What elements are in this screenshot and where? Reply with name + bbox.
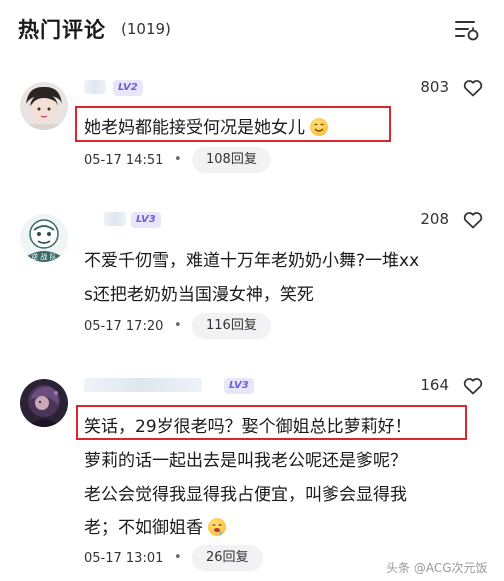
comment-count: (1019) xyxy=(121,20,171,38)
level-badge: LV3 xyxy=(224,378,254,394)
heart-icon[interactable] xyxy=(463,211,483,229)
source-watermark: 头条 @ACG次元饭 xyxy=(386,561,488,575)
comment-date: 05-17 13:01 xyxy=(84,551,164,566)
like-count: 164 xyxy=(420,376,449,394)
avatar[interactable] xyxy=(20,82,68,130)
reply-button[interactable]: 108回复 xyxy=(192,147,271,173)
comment-text-line: 萝莉的话一起出去是叫我老公呢还是爹呢？ xyxy=(84,451,407,471)
meta-separator: • xyxy=(174,318,182,333)
highlight-box xyxy=(76,405,467,440)
avatar[interactable] xyxy=(20,379,68,427)
like-count: 208 xyxy=(420,210,449,228)
sort-filter-icon[interactable] xyxy=(452,17,480,43)
level-badge: LV2 xyxy=(113,80,143,96)
reply-button[interactable]: 26回复 xyxy=(192,545,263,571)
avatar[interactable]: 逆 战 队 xyxy=(20,214,68,262)
comment-text-line: s还把老奶奶当国漫女神，笑死 xyxy=(84,285,314,305)
like-count: 803 xyxy=(420,78,449,96)
comment-date: 05-17 14:51 xyxy=(84,153,164,168)
comments-header: 热门评论 (1019) xyxy=(0,0,504,62)
username-blurred[interactable] xyxy=(104,212,126,226)
meta-separator: • xyxy=(174,152,182,167)
reply-button[interactable]: 116回复 xyxy=(192,313,271,339)
meta-separator: • xyxy=(174,550,182,565)
username-blurred[interactable] xyxy=(84,80,106,94)
level-badge: LV3 xyxy=(131,212,161,228)
heart-icon[interactable] xyxy=(463,377,483,395)
highlight-box xyxy=(75,106,391,142)
comment-text-line: 老；不如御姐香 xyxy=(84,518,203,538)
section-title: 热门评论 xyxy=(18,18,106,42)
comment-text-line: 老公会觉得我显得我占便宜，叫爹会显得我 xyxy=(84,485,407,505)
username-blurred[interactable] xyxy=(84,378,202,392)
comment-text-line: 不爱千仞雪，难道十万年老奶奶小舞?一堆xx xyxy=(84,251,420,271)
comment-text: 老；不如御姐香 xyxy=(84,513,227,538)
svg-text:逆 战 队: 逆 战 队 xyxy=(31,252,56,261)
heart-icon[interactable] xyxy=(463,79,483,97)
comment-date: 05-17 17:20 xyxy=(84,319,164,334)
drooling-face-icon xyxy=(208,518,227,536)
